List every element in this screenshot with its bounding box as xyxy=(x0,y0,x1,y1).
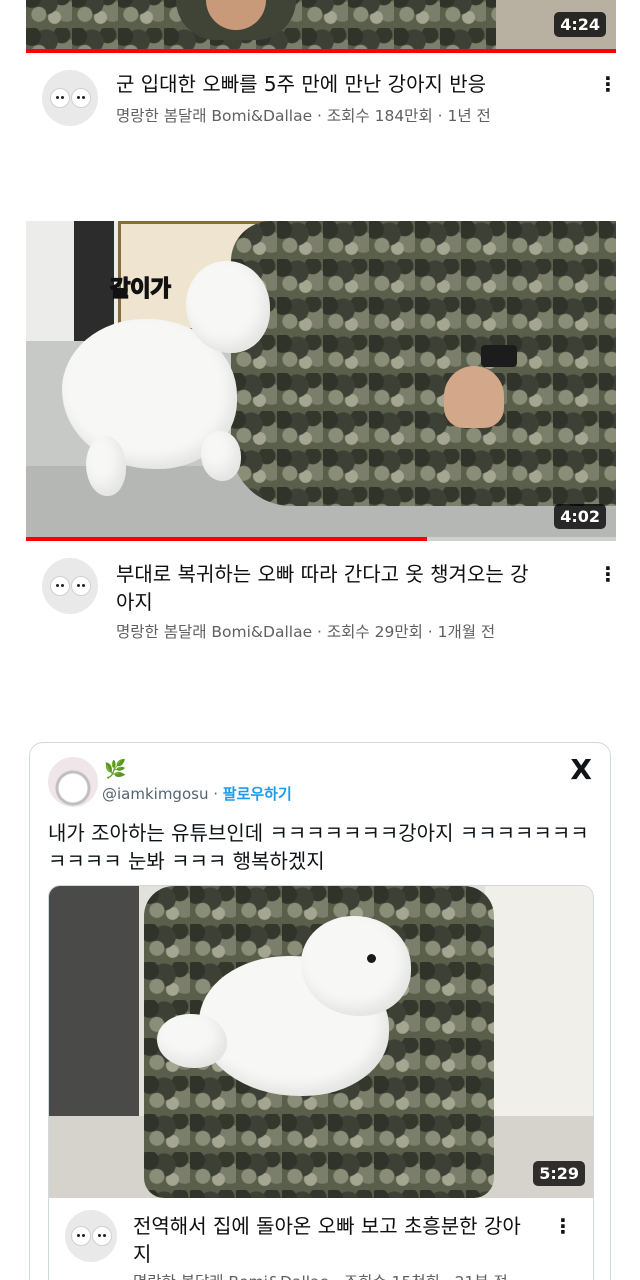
progress-fill-1 xyxy=(26,49,616,53)
video-subtitle-2: 명랑한 봄달래 Bomi&Dallae · 조회수 29만회 · 1개월 전 xyxy=(116,620,586,642)
separator: · xyxy=(312,107,327,125)
thumbnail-dog-eye xyxy=(367,954,376,963)
thumbnail-dog-leg xyxy=(86,436,126,496)
view-count: 조회수 29만회 xyxy=(326,623,423,641)
upload-age: 1개월 전 xyxy=(437,623,496,641)
channel-avatar-2[interactable] xyxy=(42,558,98,614)
follow-button[interactable]: 팔로우하기 xyxy=(223,785,292,803)
more-vert-icon[interactable]: ⋮ xyxy=(598,564,618,584)
tweet-video-card[interactable]: 5:29 전역해서 집에 돌아온 오빠 보고 초흥분한 강아지 명랑한 봄달래 … xyxy=(48,885,594,1280)
separator: · xyxy=(208,785,223,803)
separator: · xyxy=(312,623,327,641)
progress-track-1 xyxy=(26,49,616,53)
video-title-2[interactable]: 부대로 복귀하는 오빠 따라 간다고 옷 챙겨오는 강아지 xyxy=(116,560,536,616)
video-thumbnail-2[interactable]: 같이가 4:02 xyxy=(26,221,616,541)
thumbnail-dog-tail xyxy=(157,1014,227,1068)
embedded-tweet[interactable]: 🌿 @iamkimgosu · 팔로우하기 X 내가 조아하는 유튜브인데 ㅋㅋ… xyxy=(29,742,611,1280)
channel-name[interactable]: 명랑한 봄달래 Bomi&Dallae xyxy=(116,107,312,125)
x-logo-icon[interactable]: X xyxy=(570,753,592,786)
thumbnail-dog-leg xyxy=(201,431,241,481)
video-subtitle-1: 명랑한 봄달래 Bomi&Dallae · 조회수 184만회 · 1년 전 xyxy=(116,104,586,126)
video-thumbnail-3[interactable]: 5:29 xyxy=(49,886,593,1198)
puppy-icon xyxy=(49,88,70,108)
separator: · xyxy=(422,623,438,641)
progress-track-2 xyxy=(26,537,616,541)
channel-avatar-3[interactable] xyxy=(65,1210,117,1262)
thumbnail-hand xyxy=(444,366,504,428)
video-title-3[interactable]: 전역해서 집에 돌아온 오빠 보고 초흥분한 강아지 xyxy=(133,1212,533,1268)
more-vert-icon[interactable]: ⋮ xyxy=(598,74,618,94)
more-vert-icon[interactable]: ⋮ xyxy=(553,1216,573,1236)
tweet-handle[interactable]: @iamkimgosu xyxy=(102,785,208,803)
tweet-text: 내가 조아하는 유튜브인데 ㅋㅋㅋㅋㅋㅋㅋ강아지 ㅋㅋㅋㅋㅋㅋㅋㅋㅋㅋㅋ 눈봐 … xyxy=(48,821,589,873)
puppy-icon xyxy=(70,576,91,596)
video-duration-1: 4:24 xyxy=(554,12,606,37)
video-duration-2: 4:02 xyxy=(554,504,606,529)
channel-avatar-1[interactable] xyxy=(42,70,98,126)
tweet-author-avatar[interactable] xyxy=(48,757,98,807)
thumbnail-caption: 같이가 xyxy=(109,276,171,303)
thumbnail-soldier xyxy=(231,221,616,506)
video-thumbnail-1[interactable]: 4:24 xyxy=(26,0,616,53)
view-count: 조회수 184만회 xyxy=(326,107,433,125)
video-title-1[interactable]: 군 입대한 오빠를 5주 만에 만난 강아지 반응 xyxy=(116,70,576,98)
puppy-icon xyxy=(70,88,91,108)
progress-fill-2 xyxy=(26,537,428,541)
separator: · xyxy=(432,107,448,125)
puppy-icon xyxy=(91,1226,112,1246)
upload-age: 1년 전 xyxy=(447,107,491,125)
video-subtitle-3: 명랑한 봄달래 Bomi&Dallae · 조회수 15천회 · 21분 전 xyxy=(133,1270,593,1280)
tweet-author-line: @iamkimgosu · 팔로우하기 xyxy=(102,783,292,804)
puppy-icon xyxy=(70,1226,91,1246)
puppy-icon xyxy=(49,576,70,596)
thumbnail-watch xyxy=(481,345,517,367)
thumbnail-frame xyxy=(74,221,114,341)
thumbnail-dog-head xyxy=(186,261,270,353)
video-duration-3: 5:29 xyxy=(533,1161,585,1186)
leaf-icon: 🌿 xyxy=(104,759,127,780)
channel-name[interactable]: 명랑한 봄달래 Bomi&Dallae xyxy=(116,623,312,641)
